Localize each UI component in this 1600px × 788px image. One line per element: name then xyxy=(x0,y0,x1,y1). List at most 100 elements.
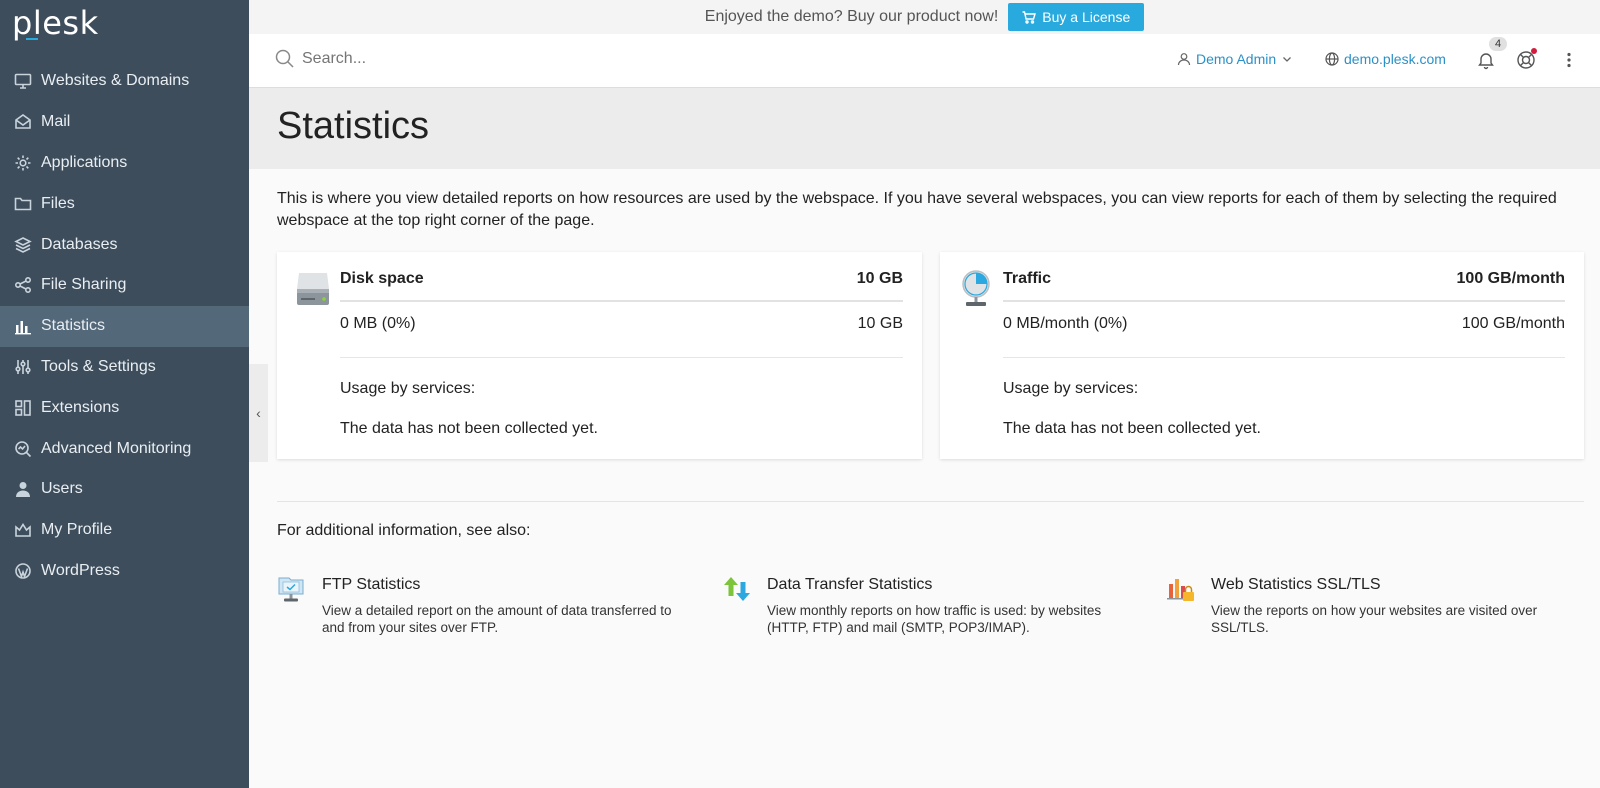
section-divider xyxy=(277,501,1584,502)
disk-usage-label: Usage by services: xyxy=(340,380,476,397)
disk-space-card: Disk space 10 GB 0 MB (0%) 10 GB Usage b… xyxy=(277,252,922,459)
sidebar: plesk Websites & Domains Mail Applicatio… xyxy=(0,0,249,788)
search-input[interactable] xyxy=(302,49,602,68)
layers-icon xyxy=(13,235,33,255)
sidebar-item-applications[interactable]: Applications xyxy=(0,143,249,184)
disk-card-header: Disk space 10 GB xyxy=(340,270,903,302)
disk-card-title: Disk space xyxy=(340,270,424,287)
disk-usage-row: 0 MB (0%) 10 GB xyxy=(340,315,903,358)
ftp-statistics-title[interactable]: FTP Statistics xyxy=(322,576,420,594)
traffic-card-title: Traffic xyxy=(1003,270,1052,287)
traffic-used-value: 0 MB/month (0%) xyxy=(1003,315,1128,332)
logo-accent xyxy=(26,38,38,40)
chevron-down-icon xyxy=(1283,57,1292,62)
globe-icon xyxy=(1325,52,1339,66)
sidebar-item-label: Statistics xyxy=(41,317,106,335)
monitoring-icon xyxy=(13,439,33,459)
more-vertical-icon xyxy=(1567,52,1571,68)
see-also-label: For additional information, see also: xyxy=(277,522,531,539)
plesk-logo[interactable]: plesk xyxy=(12,4,99,42)
notification-count-badge: 4 xyxy=(1489,37,1508,51)
sidebar-item-tools-settings[interactable]: Tools & Settings xyxy=(0,347,249,388)
web-statistics-ssl-title[interactable]: Web Statistics SSL/TLS xyxy=(1211,576,1381,594)
hard-drive-icon xyxy=(297,273,329,305)
web-stats-ssl-icon xyxy=(1167,579,1194,601)
sidebar-item-databases[interactable]: Databases xyxy=(0,224,249,265)
sidebar-item-label: My Profile xyxy=(41,521,113,539)
sidebar-item-label: Advanced Monitoring xyxy=(41,439,192,457)
sidebar-item-label: File Sharing xyxy=(41,276,127,294)
data-transfer-statistics-desc: View monthly reports on how traffic is u… xyxy=(767,603,1102,635)
traffic-card: Traffic 100 GB/month 0 MB/month (0%) 100… xyxy=(940,252,1584,459)
chevron-left-icon: ‹ xyxy=(256,405,261,421)
ftp-statistics-desc: View a detailed report on the amount of … xyxy=(322,603,672,635)
sidebar-item-files[interactable]: Files xyxy=(0,183,249,224)
buy-license-label: Buy a License xyxy=(1042,9,1131,25)
sidebar-item-wordpress[interactable]: WordPress xyxy=(0,551,249,592)
disk-card-limit: 10 GB xyxy=(856,270,903,287)
disk-used-value: 0 MB (0%) xyxy=(340,315,416,332)
sidebar-item-label: Databases xyxy=(41,235,118,253)
folder-icon xyxy=(13,194,33,214)
gear-icon xyxy=(13,153,33,173)
top-bar: Demo Admin demo.plesk.com 4 xyxy=(249,34,1600,88)
banner-text: Enjoyed the demo? Buy our product now! xyxy=(704,8,999,25)
domain-name: demo.plesk.com xyxy=(1344,51,1446,67)
sidebar-item-statistics[interactable]: Statistics xyxy=(0,305,249,347)
disk-no-data-message: The data has not been collected yet. xyxy=(340,420,598,437)
sidebar-item-label: Mail xyxy=(41,113,71,131)
sidebar-item-label: Extensions xyxy=(41,398,120,416)
sidebar-item-extensions[interactable]: Extensions xyxy=(0,387,249,428)
buy-license-button[interactable]: Buy a License xyxy=(1008,3,1145,31)
notifications-button[interactable] xyxy=(1476,50,1496,75)
web-statistics-ssl-desc: View the reports on how your websites ar… xyxy=(1211,603,1538,635)
user-icon xyxy=(13,479,33,499)
wordpress-icon xyxy=(13,561,33,581)
page-header: Statistics xyxy=(249,88,1600,169)
user-icon xyxy=(1177,53,1191,66)
sidebar-item-advanced-monitoring[interactable]: Advanced Monitoring xyxy=(0,428,249,469)
traffic-usage-label: Usage by services: xyxy=(1003,380,1139,397)
extensions-icon xyxy=(13,398,33,418)
sidebar-item-label: Tools & Settings xyxy=(41,357,156,375)
cart-icon xyxy=(1022,10,1037,24)
data-transfer-icon xyxy=(724,577,750,601)
search-box[interactable] xyxy=(275,49,602,68)
crown-icon xyxy=(13,520,33,540)
sidebar-item-label: Users xyxy=(41,480,83,498)
sidebar-collapse-handle[interactable]: ‹ xyxy=(249,364,268,462)
sidebar-item-label: Applications xyxy=(41,153,128,171)
sidebar-item-my-profile[interactable]: My Profile xyxy=(0,510,249,551)
traffic-no-data-message: The data has not been collected yet. xyxy=(1003,420,1261,437)
sidebar-item-file-sharing[interactable]: File Sharing xyxy=(0,265,249,306)
data-transfer-statistics-title[interactable]: Data Transfer Statistics xyxy=(767,576,932,594)
sidebar-item-label: Websites & Domains xyxy=(41,72,190,90)
promo-banner: Enjoyed the demo? Buy our product now! B… xyxy=(249,0,1600,34)
ftp-icon xyxy=(278,577,304,602)
traffic-card-header: Traffic 100 GB/month xyxy=(1003,270,1565,302)
help-alert-dot xyxy=(1531,48,1537,54)
monitor-icon xyxy=(13,71,33,91)
search-icon xyxy=(275,49,294,68)
sidebar-item-users[interactable]: Users xyxy=(0,469,249,510)
domain-selector[interactable]: demo.plesk.com xyxy=(1325,51,1446,67)
bell-icon xyxy=(1478,53,1494,70)
user-name: Demo Admin xyxy=(1196,51,1277,67)
mail-icon xyxy=(13,112,33,132)
user-menu[interactable]: Demo Admin xyxy=(1177,51,1293,67)
more-menu-button[interactable] xyxy=(1559,50,1579,75)
sidebar-item-websites-domains[interactable]: Websites & Domains xyxy=(0,61,249,102)
sidebar-nav: Websites & Domains Mail Applications Fil… xyxy=(0,61,249,591)
sidebar-item-mail[interactable]: Mail xyxy=(0,102,249,143)
traffic-card-limit: 100 GB/month xyxy=(1456,270,1565,287)
sidebar-item-label: Files xyxy=(41,194,75,212)
page-title: Statistics xyxy=(277,105,430,147)
disk-used-limit: 10 GB xyxy=(857,315,903,332)
traffic-used-limit: 100 GB/month xyxy=(1461,315,1565,332)
traffic-pie-icon xyxy=(962,270,990,306)
sliders-icon xyxy=(13,357,33,377)
traffic-usage-row: 0 MB/month (0%) 100 GB/month xyxy=(1003,315,1565,358)
share-icon xyxy=(13,275,33,295)
bar-chart-icon xyxy=(13,316,33,336)
page-intro: This is where you view detailed reports … xyxy=(277,190,1557,229)
